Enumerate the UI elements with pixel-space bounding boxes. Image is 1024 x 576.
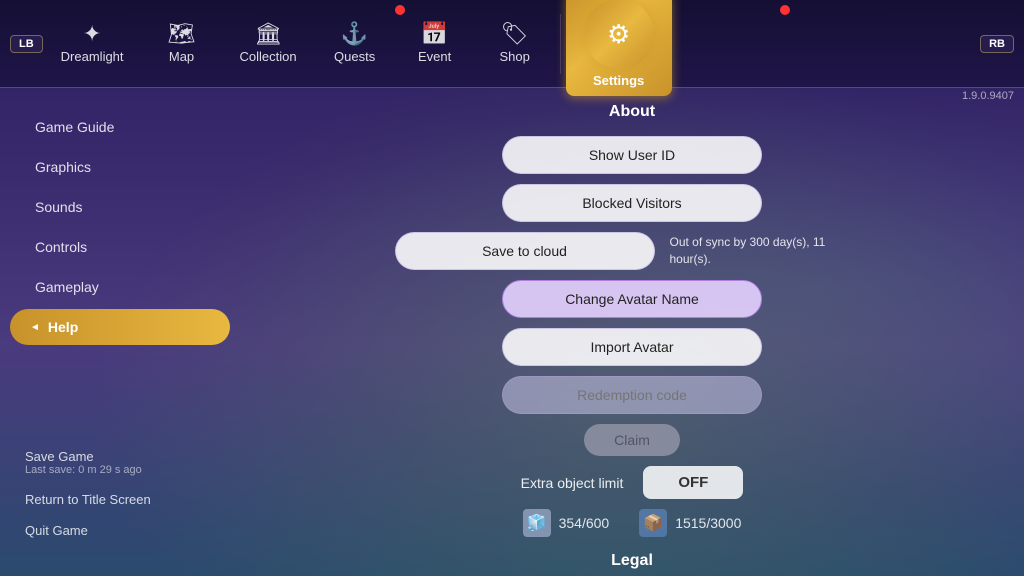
collection-icon: 🏛	[254, 23, 282, 45]
quit-game-label: Quit Game	[25, 523, 88, 538]
settings-icon: ⚙	[607, 19, 630, 50]
quests-icon: ⚓	[341, 23, 368, 45]
count-icon-1: 🧊	[523, 509, 551, 537]
notification-dot-shop	[780, 5, 790, 15]
sidebar-item-game-guide[interactable]: Game Guide	[10, 109, 230, 145]
version-label: 1.9.0.9407	[962, 90, 1014, 102]
save-cloud-row: Save to cloud Out of sync by 300 day(s),…	[260, 232, 1004, 270]
sidebar-spacer	[0, 348, 240, 429]
notification-dot-collection	[395, 5, 405, 15]
tab-shop-label: Shop	[499, 49, 529, 64]
tab-event[interactable]: 📅 Event	[395, 15, 475, 72]
main-content: Game Guide Graphics Sounds Controls Game…	[0, 88, 1024, 576]
claim-button[interactable]: Claim	[584, 424, 680, 456]
tab-settings[interactable]: ⚙ Settings	[566, 0, 672, 96]
nav-tabs: ✦ Dreamlight 🗺 Map 🏛 Collection ⚓ Quests…	[43, 0, 980, 96]
extra-object-label: Extra object limit	[521, 475, 624, 491]
tab-event-label: Event	[418, 49, 451, 64]
sidebar-item-return-title[interactable]: Return to Title Screen	[0, 484, 240, 515]
sidebar-item-quit-game[interactable]: Quit Game	[0, 515, 240, 546]
extra-object-row: Extra object limit OFF	[260, 466, 1004, 499]
event-icon: 📅	[421, 23, 448, 45]
blocked-visitors-button[interactable]: Blocked Visitors	[502, 184, 762, 222]
return-title-label: Return to Title Screen	[25, 492, 151, 507]
sidebar-bottom: Save Game Last save: 0 m 29 s ago Return…	[0, 431, 240, 556]
controls-label: Controls	[35, 239, 87, 255]
right-panel: About Show User ID Blocked Visitors Save…	[240, 88, 1024, 576]
gameplay-label: Gameplay	[35, 279, 99, 295]
tab-map-label: Map	[169, 49, 194, 64]
change-avatar-name-button[interactable]: Change Avatar Name	[502, 280, 762, 318]
sidebar-item-gameplay[interactable]: Gameplay	[10, 269, 230, 305]
dreamlight-icon: ✦	[83, 23, 101, 45]
count-item-2: 📦 1515/3000	[639, 509, 741, 537]
tab-quests-label: Quests	[334, 49, 375, 64]
count-icon-2: 📦	[639, 509, 667, 537]
tab-collection[interactable]: 🏛 Collection	[222, 15, 315, 72]
count-value-2: 1515/3000	[675, 515, 741, 531]
redemption-code-input[interactable]	[502, 376, 762, 414]
tab-map[interactable]: 🗺 Map	[142, 15, 222, 72]
tab-collection-label: Collection	[240, 49, 297, 64]
help-label: Help	[48, 319, 78, 335]
sidebar-item-help[interactable]: Help	[10, 309, 230, 345]
shoulder-right-button[interactable]: RB	[980, 35, 1014, 53]
sidebar-item-controls[interactable]: Controls	[10, 229, 230, 265]
settings-circle: ⚙	[584, 0, 654, 69]
about-title: About	[260, 103, 1004, 121]
tab-dreamlight-label: Dreamlight	[61, 49, 124, 64]
nav-bar: LB ✦ Dreamlight 🗺 Map 🏛 Collection ⚓ Que…	[0, 0, 1024, 88]
extra-object-toggle[interactable]: OFF	[643, 466, 743, 499]
shoulder-left-button[interactable]: LB	[10, 35, 43, 53]
graphics-label: Graphics	[35, 159, 91, 175]
count-item-1: 🧊 354/600	[523, 509, 610, 537]
game-guide-label: Game Guide	[35, 119, 114, 135]
sync-warning-text: Out of sync by 300 day(s), 11 hour(s).	[670, 234, 870, 268]
tab-dreamlight[interactable]: ✦ Dreamlight	[43, 15, 142, 72]
sidebar-item-save-game[interactable]: Save Game Last save: 0 m 29 s ago	[0, 441, 240, 484]
count-value-1: 354/600	[559, 515, 610, 531]
sidebar: Game Guide Graphics Sounds Controls Game…	[0, 88, 240, 576]
map-icon: 🗺	[168, 23, 196, 45]
object-counts: 🧊 354/600 📦 1515/3000	[260, 509, 1004, 537]
sidebar-item-graphics[interactable]: Graphics	[10, 149, 230, 185]
show-user-id-button[interactable]: Show User ID	[502, 136, 762, 174]
sidebar-item-sounds[interactable]: Sounds	[10, 189, 230, 225]
shop-icon: 🏷	[501, 23, 529, 45]
nav-divider	[560, 14, 561, 74]
sounds-label: Sounds	[35, 199, 82, 215]
legal-title: Legal	[260, 552, 1004, 570]
tab-shop[interactable]: 🏷 Shop	[475, 15, 555, 72]
save-game-label: Save Game	[25, 449, 215, 464]
save-game-sublabel: Last save: 0 m 29 s ago	[25, 464, 215, 476]
save-to-cloud-button[interactable]: Save to cloud	[395, 232, 655, 270]
tab-settings-label: Settings	[593, 73, 644, 88]
import-avatar-button[interactable]: Import Avatar	[502, 328, 762, 366]
tab-quests[interactable]: ⚓ Quests	[315, 15, 395, 72]
